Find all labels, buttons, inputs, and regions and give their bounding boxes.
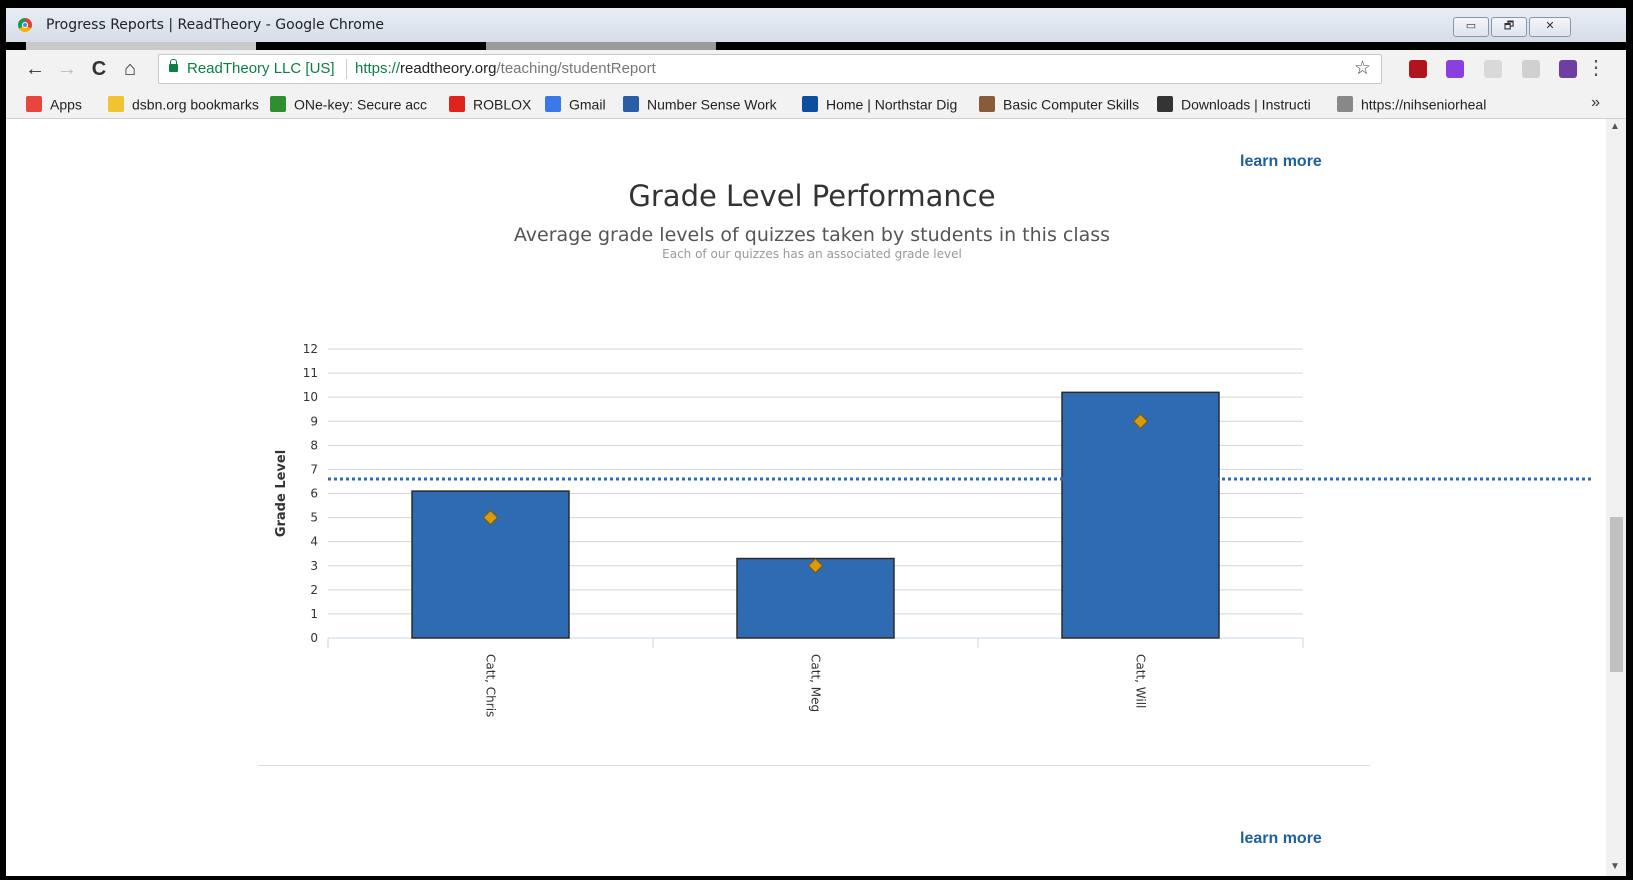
site-identity[interactable]: ReadTheory LLC [US] — [187, 60, 335, 77]
apps-grid-icon — [26, 96, 42, 113]
onekey-icon — [270, 96, 286, 113]
roblox-icon — [449, 96, 465, 113]
grade-level-chart: 0123456789101112Grade LevelCatt, Chris Ca… — [274, 342, 1594, 717]
forward-button[interactable]: → — [56, 58, 78, 80]
y-axis-title: Grade Level — [274, 450, 289, 537]
bookmark-item[interactable]: Gmail — [545, 94, 606, 114]
y-tick-label: 1 — [310, 607, 318, 621]
gmail-icon — [545, 96, 561, 113]
y-tick-label: 0 — [310, 631, 318, 645]
bookmark-label: ROBLOX — [473, 96, 532, 113]
y-tick-label: 3 — [310, 559, 318, 573]
puzzle-extension-icon[interactable] — [1446, 60, 1464, 78]
page-content: learn more Grade Level Performance Avera… — [6, 119, 1606, 876]
y-tick-label: 6 — [310, 487, 318, 501]
y-tick-label: 10 — [303, 390, 318, 404]
bookmark-item[interactable]: Downloads | Instructi — [1157, 94, 1311, 114]
page-scrollbar[interactable]: ▲ ▼ — [1606, 119, 1626, 876]
back-button[interactable]: ← — [24, 58, 46, 80]
ublock-extension-icon[interactable] — [1409, 60, 1427, 78]
url-text[interactable]: https://readtheory.org/teaching/studentR… — [355, 60, 656, 77]
pdf-reader-extension-icon[interactable] — [1522, 60, 1540, 78]
title-bar: Progress Reports | ReadTheory - Google C… — [6, 8, 1626, 42]
x-tick-label: Catt, Chris — [484, 654, 498, 717]
address-bar[interactable]: ReadTheory LLC [US] https://readtheory.o… — [158, 54, 1382, 84]
bookmark-item[interactable]: Basic Computer Skills — [979, 94, 1139, 114]
reload-button[interactable]: C — [88, 58, 110, 80]
grey-extension-icon[interactable] — [1484, 60, 1502, 78]
tab-strip — [6, 42, 1626, 50]
tab-inactive[interactable] — [486, 42, 716, 50]
close-button[interactable]: ✕ — [1529, 17, 1571, 37]
bookmark-label: Gmail — [569, 96, 606, 113]
bookmark-label: Basic Computer Skills — [1003, 96, 1140, 113]
n-icon — [802, 96, 818, 113]
m-icon — [623, 96, 639, 113]
bookmark-item[interactable]: Apps — [26, 94, 82, 114]
y-tick-label: 8 — [310, 438, 318, 452]
x-tick-label: Catt, Will — [1134, 654, 1148, 708]
bookmarks-overflow-icon[interactable]: » — [1591, 94, 1600, 112]
bookmark-item[interactable]: ONe-key: Secure acc — [270, 94, 427, 114]
bookmark-label: Number Sense Work — [647, 96, 777, 113]
url-path: /teaching/studentReport — [496, 60, 656, 77]
browser-toolbar: ← → C ⌂ ReadTheory LLC [US] https://read… — [6, 50, 1626, 88]
scrollbar-thumb[interactable] — [1610, 517, 1623, 672]
learn-more-link-bottom[interactable]: learn more — [1240, 830, 1322, 848]
y-tick-label: 5 — [310, 511, 318, 525]
chrome-icon — [18, 18, 32, 32]
bookmark-star-icon[interactable]: ☆ — [1354, 57, 1371, 80]
y-tick-label: 4 — [310, 535, 318, 549]
minimize-button[interactable]: ▭ — [1453, 17, 1489, 37]
bookmark-item[interactable]: dsbn.org bookmarks — [108, 94, 259, 114]
a-icon — [1157, 96, 1173, 113]
url-host: readtheory.org — [400, 60, 497, 77]
section-divider — [258, 765, 1370, 766]
bookmark-item[interactable]: Home | Northstar Dig — [802, 94, 957, 114]
bookmark-label: https://nihseniorheal — [1361, 96, 1487, 113]
bookmark-item[interactable]: Number Sense Work — [623, 94, 777, 114]
browser-window: Progress Reports | ReadTheory - Google C… — [6, 8, 1626, 876]
url-scheme: https:// — [355, 60, 401, 77]
bookmark-label: Apps — [50, 96, 82, 113]
bookmark-label: Home | Northstar Dig — [826, 96, 958, 113]
home-button[interactable]: ⌂ — [119, 58, 141, 80]
window-title: Progress Reports | ReadTheory - Google C… — [46, 17, 385, 33]
bookmark-item[interactable]: ROBLOX — [449, 94, 531, 114]
chrome-menu-icon[interactable]: ⋮ — [1586, 56, 1606, 80]
scroll-up-icon[interactable]: ▲ — [1610, 121, 1620, 132]
bookmark-label: ONe-key: Secure acc — [294, 96, 428, 113]
bar — [1061, 391, 1220, 639]
bookmark-label: Downloads | Instructi — [1181, 96, 1311, 113]
tab-active[interactable] — [26, 42, 256, 50]
pdf-extension-icon[interactable] — [1559, 60, 1577, 78]
y-tick-label: 7 — [310, 462, 318, 476]
page-icon — [1337, 96, 1353, 113]
y-tick-label: 9 — [310, 414, 318, 428]
restore-button[interactable]: 🗗 — [1491, 17, 1527, 37]
y-tick-label: 11 — [303, 366, 318, 380]
omnibox-separator — [346, 59, 347, 79]
globe-icon — [979, 96, 995, 113]
bookmark-label: dsbn.org bookmarks — [132, 96, 259, 113]
scroll-down-icon[interactable]: ▼ — [1610, 861, 1620, 872]
lock-icon — [169, 59, 178, 72]
bookmark-item[interactable]: https://nihseniorheal — [1337, 94, 1486, 114]
y-tick-label: 12 — [303, 342, 318, 356]
bookmarks-bar: » Apps dsbn.org bookmarks ONe-key: Secure … — [6, 88, 1626, 119]
folder-icon — [108, 96, 124, 113]
x-tick-label: Catt, Meg — [809, 654, 823, 712]
y-tick-label: 2 — [310, 583, 318, 597]
